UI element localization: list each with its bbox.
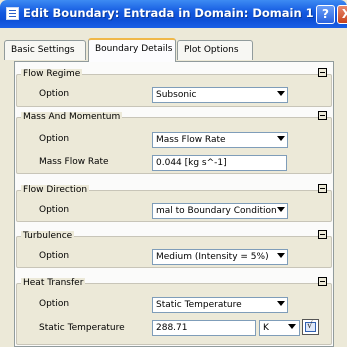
group-title: Heat Transfer [21, 278, 86, 289]
help-button[interactable]: ? [316, 5, 335, 24]
group-title: Flow Regime [21, 69, 83, 80]
flow-direction-select[interactable]: mal to Boundary Condition [152, 203, 288, 219]
collapse-icon[interactable] [318, 68, 327, 77]
turbulence-group: Turbulence Option Medium (Intensity = 5%… [16, 230, 332, 268]
collapse-icon[interactable] [318, 111, 327, 120]
option-label: Option [39, 134, 70, 144]
collapse-icon[interactable] [318, 184, 327, 193]
select-value: Medium (Intensity = 5%) [156, 252, 269, 262]
mass-flow-rate-label: Mass Flow Rate [39, 157, 109, 167]
window-title: Edit Boundary: Entrada in Domain: Domain… [23, 6, 314, 20]
tab-plot-options[interactable]: Plot Options [177, 40, 253, 60]
expression-editor-icon[interactable] [302, 319, 319, 335]
chevron-down-icon [277, 136, 285, 141]
temperature-unit-select[interactable]: K [259, 320, 300, 336]
heat-transfer-group: Heat Transfer Option Static Temperature … [16, 277, 332, 345]
group-title: Flow Direction [21, 185, 90, 196]
chevron-down-icon [277, 91, 285, 96]
mass-momentum-group: Mass And Momentum Option Mass Flow Rate … [16, 111, 332, 174]
option-label: Option [39, 205, 70, 215]
chevron-down-icon [277, 253, 285, 258]
close-button[interactable]: X [337, 5, 347, 24]
tab-basic-settings[interactable]: Basic Settings [4, 40, 86, 60]
select-value: Static Temperature [156, 300, 242, 310]
collapse-icon[interactable] [318, 277, 327, 286]
flow-regime-group: Flow Regime Option Subsonic [16, 68, 332, 107]
mass-momentum-select[interactable]: Mass Flow Rate [152, 132, 288, 148]
window-app-icon [6, 7, 19, 20]
tab-boundary-details[interactable]: Boundary Details [88, 38, 176, 62]
static-temperature-label: Static Temperature [39, 323, 125, 333]
select-value: Mass Flow Rate [156, 135, 226, 145]
group-title: Mass And Momentum [21, 112, 123, 123]
chevron-down-icon [277, 301, 285, 306]
unit-value: K [263, 323, 269, 333]
select-value: Subsonic [156, 90, 197, 100]
group-title: Turbulence [21, 231, 75, 242]
mass-flow-rate-input[interactable]: 0.044 [kg s^-1] [152, 155, 287, 171]
option-label: Option [39, 89, 70, 99]
option-label: Option [39, 299, 70, 309]
chevron-down-icon [288, 324, 296, 329]
chevron-down-icon [277, 207, 285, 212]
flow-direction-group: Flow Direction Option mal to Boundary Co… [16, 184, 332, 222]
turbulence-select[interactable]: Medium (Intensity = 5%) [152, 249, 288, 265]
option-label: Option [39, 251, 70, 261]
title-bar: Edit Boundary: Entrada in Domain: Domain… [0, 0, 347, 28]
heat-transfer-select[interactable]: Static Temperature [152, 297, 288, 313]
select-value: mal to Boundary Condition [156, 206, 277, 216]
collapse-icon[interactable] [318, 230, 327, 239]
static-temperature-input[interactable]: 288.71 [152, 320, 256, 336]
flow-regime-select[interactable]: Subsonic [152, 87, 288, 103]
